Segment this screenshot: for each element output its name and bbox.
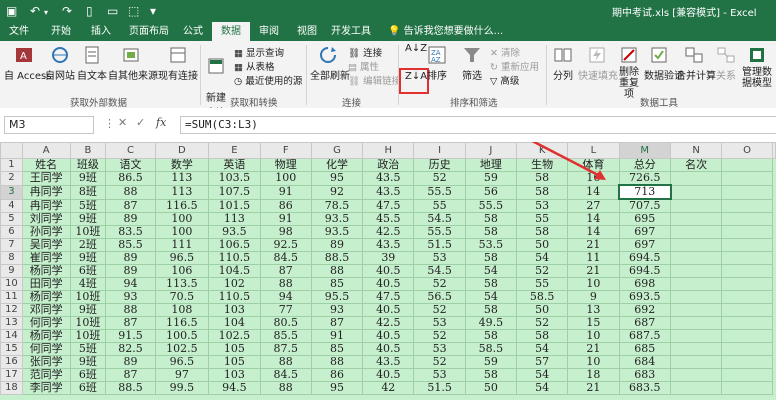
group-label-data-tools: 数据工具	[640, 98, 679, 109]
ribbon-tabs: 文件 开始 插入 页面布局 公式 数据 审阅 视图 开发工具 💡 告诉我您想要做…	[0, 22, 776, 41]
filter-button[interactable]: 筛选	[458, 45, 486, 82]
table-icon: ▦	[234, 62, 243, 73]
insert-function-icon[interactable]: fx	[156, 116, 166, 129]
svg-text:A: A	[20, 51, 27, 62]
tab-page-layout[interactable]: 页面布局	[122, 22, 176, 41]
formula-input[interactable]: =SUM(C3:L3)	[180, 116, 776, 134]
from-web-button[interactable]: 自网站	[44, 45, 76, 82]
group-label-sort-filter: 排序和筛选	[450, 98, 498, 109]
tell-me-box[interactable]: 💡 告诉我您想要做什么...	[388, 22, 503, 41]
tab-review[interactable]: 审阅	[252, 22, 286, 41]
edit-links-button[interactable]: ⛓ 编辑链接	[348, 73, 401, 87]
tab-developer[interactable]: 开发工具	[326, 22, 376, 41]
link-icon: ⛓	[348, 76, 361, 87]
format-painter-icon[interactable]: ⬚	[128, 3, 139, 19]
formula-bar: M3 ⋮ ✕ ✓ fx =SUM(C3:L3)	[0, 108, 776, 138]
refresh-all-button[interactable]: 全部刷新	[310, 45, 350, 82]
connections-button[interactable]: ⛓ 连接	[348, 45, 382, 59]
open-file-icon[interactable]: ▭	[107, 3, 118, 19]
tab-data[interactable]: 数据	[212, 22, 250, 41]
text-to-columns-button[interactable]: 分列	[550, 45, 576, 82]
properties-icon: ▤	[348, 62, 357, 73]
data-validation-button[interactable]: 数据验证	[644, 45, 684, 82]
recent-icon: ◷	[234, 76, 243, 87]
tab-home[interactable]: 开始	[44, 22, 78, 41]
group-separator	[306, 45, 307, 105]
lightbulb-icon: 💡	[388, 26, 401, 37]
ribbon-data: A 自 Access 自网站 自文本 自其他来源 现有连接 获取外部数据 新建 …	[0, 41, 776, 119]
recent-sources-button[interactable]: ◷ 最近使用的源	[234, 73, 302, 87]
group-label-transform: 获取和转换	[230, 98, 278, 109]
group-label-external-data: 获取外部数据	[70, 98, 128, 109]
group-label-connections: 连接	[342, 98, 362, 109]
reapply-icon: ↻	[490, 62, 498, 73]
tab-formulas[interactable]: 公式	[176, 22, 210, 41]
table-icon: ▦	[234, 48, 243, 59]
link-icon: ⛓	[348, 48, 361, 59]
advanced-filter-button[interactable]: ▽ 高级	[490, 73, 519, 87]
from-table-button[interactable]: ▦ 从表格	[234, 59, 275, 73]
tab-view[interactable]: 视图	[290, 22, 324, 41]
arrow-annotation	[531, 142, 606, 180]
clear-filter-icon: ✕	[490, 48, 498, 59]
advanced-filter-icon: ▽	[490, 76, 498, 87]
customize-toolbar-icon[interactable]: ▾	[150, 3, 156, 19]
group-separator	[200, 45, 201, 105]
show-queries-button[interactable]: ▦ 显示查询	[234, 45, 284, 59]
undo-dropdown-icon[interactable]: ▾	[44, 5, 48, 21]
tab-insert[interactable]: 插入	[84, 22, 118, 41]
group-separator	[546, 45, 547, 105]
from-access-button[interactable]: A 自 Access	[4, 45, 51, 82]
worksheet-grid: ABCDEFGHIJKLMNO 1 姓名 班级 语文 数学 英语 物理 化学 政治 历史 地理 生物体…	[0, 142, 776, 400]
title-bar: ▣ ↶ ▾ ↷ ▯ ▭ ⬚ ▾ 期中考试.xls [兼容模式] - Excel	[0, 0, 776, 22]
new-file-icon[interactable]: ▯	[86, 3, 93, 19]
sort-button[interactable]: ZA AZ 排序	[424, 45, 450, 82]
enter-icon[interactable]: ✓	[136, 116, 145, 129]
undo-icon[interactable]: ↶	[30, 3, 40, 19]
from-text-button[interactable]: 自文本	[76, 45, 108, 82]
formula-bar-options-icon[interactable]: ⋮	[104, 117, 115, 130]
redo-icon[interactable]: ↷	[62, 3, 72, 19]
cancel-icon[interactable]: ✕	[118, 116, 127, 129]
remove-duplicates-button[interactable]: 删除重复项	[616, 45, 642, 100]
flash-fill-button[interactable]: 快速填充	[578, 45, 618, 82]
manage-data-model-button[interactable]: 管理数据模型	[740, 45, 774, 89]
relationships-button[interactable]: 关系	[714, 45, 738, 82]
window-title: 期中考试.xls [兼容模式] - Excel	[612, 8, 757, 19]
save-icon[interactable]: ▣	[6, 3, 17, 19]
arrow-line	[531, 142, 601, 178]
clear-filter-button[interactable]: ✕ 清除	[490, 45, 520, 59]
svg-text:AZ: AZ	[431, 56, 441, 64]
from-other-sources-button[interactable]: 自其他来源	[108, 45, 158, 82]
existing-connections-button[interactable]: 现有连接	[158, 45, 198, 82]
reapply-filter-button[interactable]: ↻ 重新应用	[490, 59, 539, 73]
name-box[interactable]: M3	[4, 116, 94, 134]
consolidate-button[interactable]: 合并计算	[676, 45, 716, 82]
tab-file[interactable]: 文件	[2, 22, 36, 41]
properties-button[interactable]: ▤ 属性	[348, 59, 379, 73]
